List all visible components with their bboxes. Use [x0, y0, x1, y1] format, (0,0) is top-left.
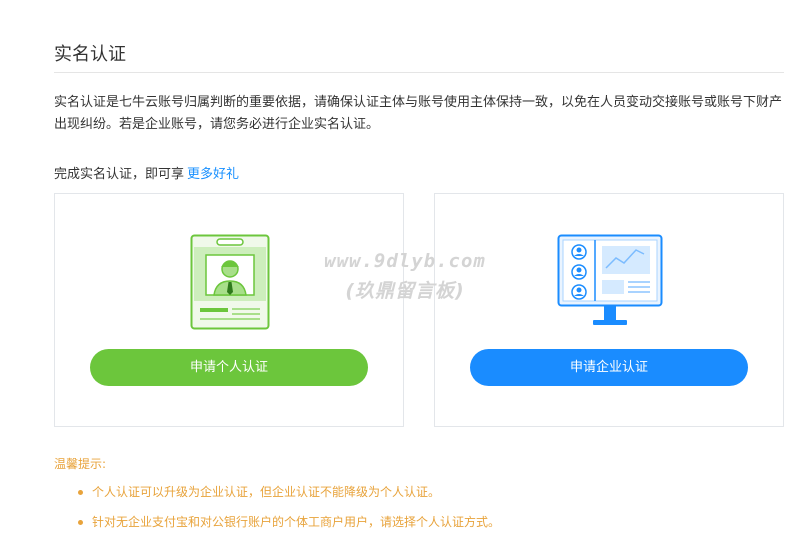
monitor-dashboard-icon — [557, 234, 663, 325]
apply-personal-auth-button[interactable]: 申请个人认证 — [90, 349, 368, 386]
tip-item: 针对无企业支付宝和对公银行账户的个体工商户用户，请选择个人认证方式。 — [78, 514, 500, 544]
enterprise-auth-card: 申请企业认证 — [434, 193, 784, 427]
page-description: 实名认证是七牛云账号归属判断的重要依据，请确保认证主体与账号使用主体保持一致，以… — [54, 95, 783, 132]
tip-text: 针对无企业支付宝和对公银行账户的个体工商户用户，请选择个人认证方式。 — [92, 515, 501, 529]
tip-text: 个人认证可以升级为企业认证，但企业认证不能降级为个人认证。 — [92, 485, 441, 499]
page-title: 实名认证 — [54, 44, 126, 65]
bullet-icon — [78, 520, 83, 525]
tips-list: 个人认证可以升级为企业认证，但企业认证不能降级为个人认证。 针对无企业支付宝和对… — [78, 484, 500, 544]
watermark-site-name: (玖鼎留言板) — [345, 280, 465, 302]
personal-auth-card: 申请个人认证 — [54, 193, 404, 427]
title-divider — [54, 72, 784, 73]
watermark: www.9dlyb.com (玖鼎留言板) — [305, 250, 505, 303]
benefit-text: 完成实名认证，即可享 — [54, 167, 185, 182]
benefit-line: 完成实名认证，即可享 更多好礼 — [54, 163, 239, 182]
id-badge-icon — [190, 234, 270, 330]
bullet-icon — [78, 490, 83, 495]
more-gifts-link[interactable]: 更多好礼 — [187, 167, 239, 182]
apply-enterprise-auth-button[interactable]: 申请企业认证 — [470, 349, 748, 386]
tips-title: 温馨提示: — [54, 457, 107, 471]
watermark-url: www.9dlyb.com — [324, 250, 486, 272]
tip-item: 个人认证可以升级为企业认证，但企业认证不能降级为个人认证。 — [78, 484, 500, 514]
